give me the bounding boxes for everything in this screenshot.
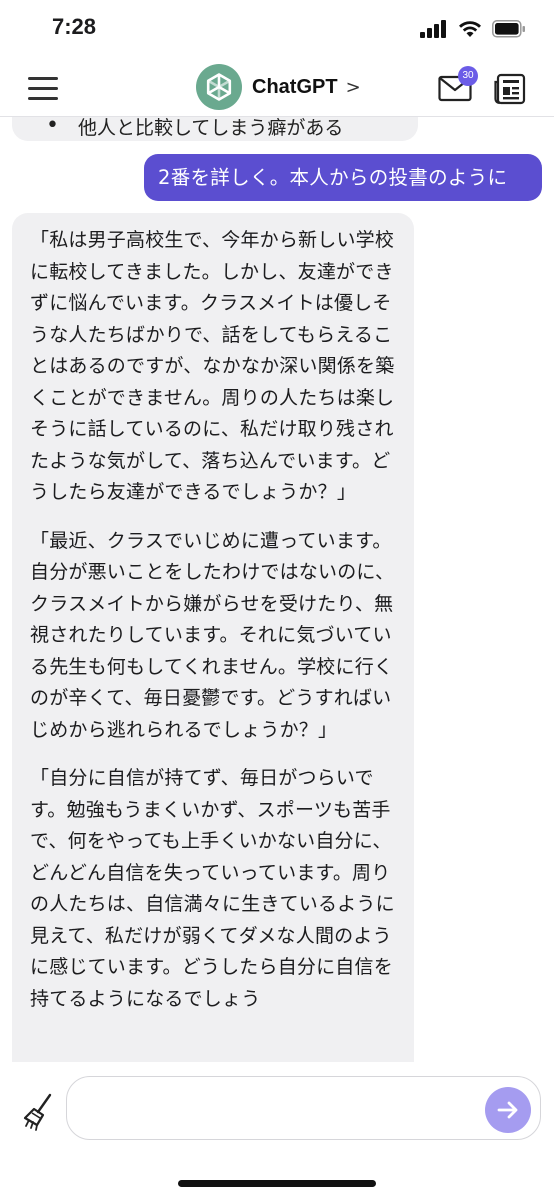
message-input-box[interactable] xyxy=(66,1076,541,1140)
previous-message-text: 他人と比較してしまう癖がある xyxy=(78,117,344,139)
send-arrow-icon xyxy=(497,1101,518,1119)
message-input[interactable] xyxy=(85,1091,469,1127)
clear-chat-button[interactable] xyxy=(20,1092,56,1132)
chat-thread[interactable]: • 他人と比較してしまう癖がある 2番を詳しく。本人からの投書のように 「私は男… xyxy=(0,117,554,1062)
composer xyxy=(0,1062,554,1200)
newspaper-icon xyxy=(494,73,526,105)
chatgpt-logo-icon xyxy=(196,64,242,110)
cellular-signal-icon xyxy=(420,20,446,38)
assistant-paragraph: 「私は男子高校生で、今年から新しい学校に転校してきました。しかし、友達ができずに… xyxy=(30,229,395,503)
status-icons xyxy=(420,20,526,38)
previous-assistant-bubble: • 他人と比較してしまう癖がある xyxy=(12,117,418,141)
send-button[interactable] xyxy=(485,1087,531,1133)
wifi-icon xyxy=(459,21,481,37)
menu-icon-line xyxy=(28,97,58,100)
assistant-message-bubble: 「私は男子高校生で、今年から新しい学校に転校してきました。しかし、友達ができずに… xyxy=(12,213,414,1062)
battery-icon xyxy=(492,20,525,38)
assistant-paragraph: 「最近、クラスでいじめに遭っています。自分が悪いことをしたわけではないのに、クラ… xyxy=(30,529,395,741)
app-title-button[interactable]: ChatGPT > xyxy=(196,64,361,110)
news-button[interactable] xyxy=(494,72,528,106)
menu-icon-line xyxy=(28,87,58,90)
menu-button[interactable] xyxy=(28,74,62,102)
home-indicator xyxy=(178,1180,376,1187)
chatgpt-knot-icon xyxy=(206,73,232,101)
app-title: ChatGPT xyxy=(252,75,338,98)
mail-count-badge: 30 xyxy=(458,66,478,86)
status-bar: 7:28 xyxy=(0,0,554,60)
nav-bar: ChatGPT > 30 xyxy=(0,60,554,117)
status-time: 7:28 xyxy=(52,14,97,39)
bullet-marker: • xyxy=(46,117,59,138)
chevron-right-icon: > xyxy=(345,76,361,98)
user-message-bubble: 2番を詳しく。本人からの投書のように xyxy=(144,154,542,201)
broom-icon xyxy=(23,1093,52,1131)
menu-icon xyxy=(28,77,58,80)
assistant-paragraph: 「自分に自信が持てず、毎日がつらいです。勉強もうまくいかず、スポーツも苦手で、何… xyxy=(30,767,395,1010)
